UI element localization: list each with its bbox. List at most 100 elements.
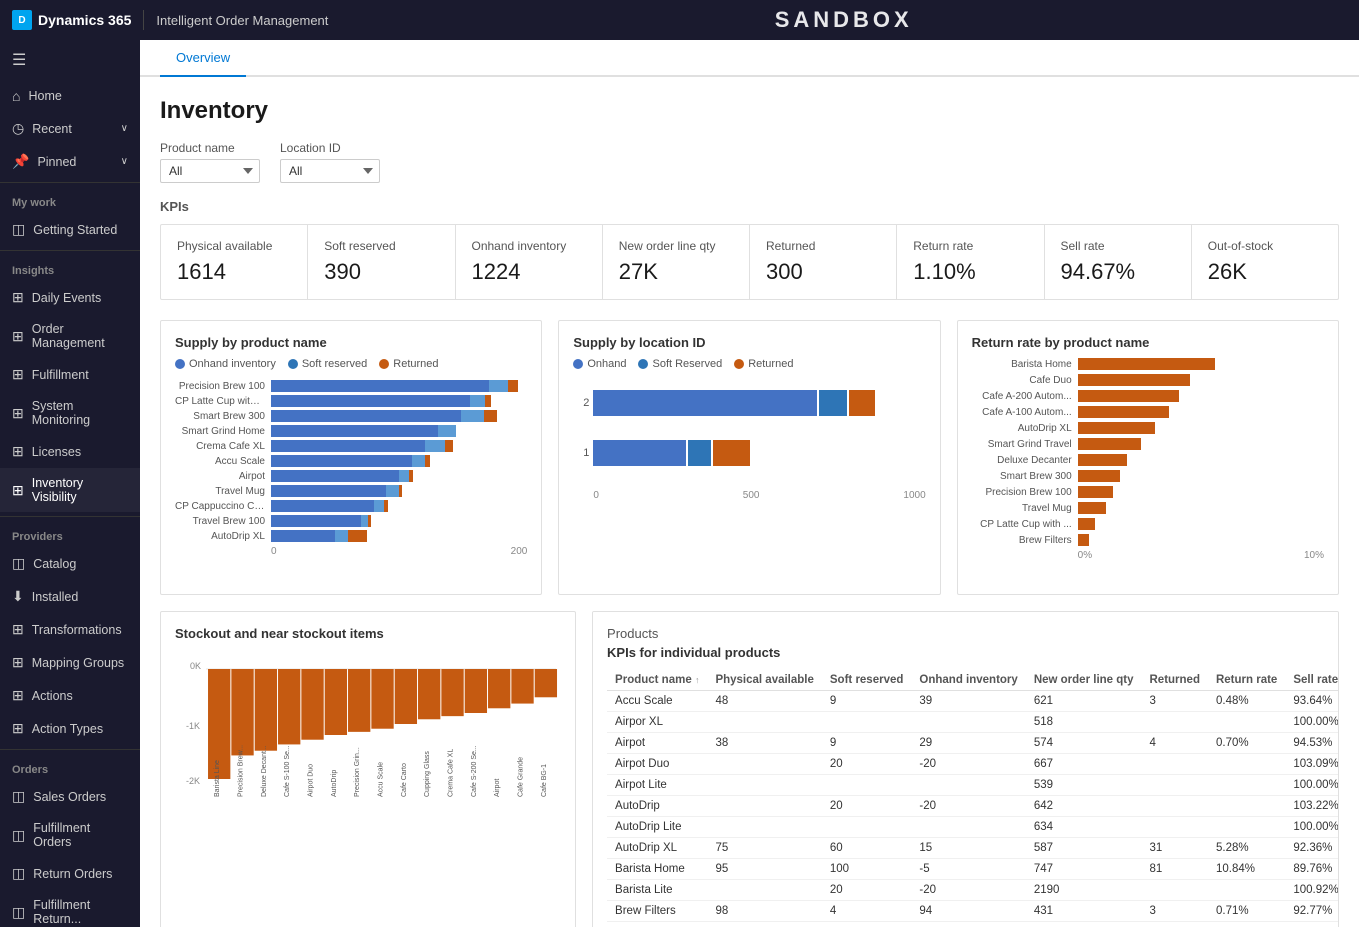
- kpi-card: Returned300: [750, 225, 897, 299]
- sidebar-item-system-monitoring[interactable]: ⊞ System Monitoring: [0, 391, 140, 435]
- col-header[interactable]: New order line qty: [1026, 670, 1142, 691]
- new-order-cell: 621: [1026, 691, 1142, 712]
- col-header[interactable]: Sell rate: [1285, 670, 1339, 691]
- returned-cell: [1142, 754, 1208, 775]
- returned-cell: [1142, 880, 1208, 901]
- hamburger-menu[interactable]: ☰: [0, 40, 140, 80]
- col-header[interactable]: Returned: [1142, 670, 1208, 691]
- sidebar-item-mapping-groups[interactable]: ⊞ Mapping Groups: [0, 646, 140, 679]
- sidebar-item-fulfillment-return[interactable]: ◫ Fulfillment Return...: [0, 890, 140, 927]
- physical-cell: [707, 796, 821, 817]
- onhand-cell: [911, 817, 1025, 838]
- return-rate-bar: [1078, 502, 1106, 514]
- col-header[interactable]: Physical available: [707, 670, 821, 691]
- sandbox-label: SANDBOX: [340, 7, 1347, 33]
- legend-item: Onhand inventory: [175, 358, 276, 370]
- soft-bar: [335, 530, 348, 542]
- returned-bar: [399, 485, 402, 497]
- product-name-cell[interactable]: Airpot Lite: [607, 775, 707, 796]
- col-header[interactable]: Onhand inventory: [911, 670, 1025, 691]
- legend-item: Returned: [379, 358, 438, 370]
- stockout-bar: [488, 669, 510, 708]
- supply-by-product-card: Supply by product name Onhand inventoryS…: [160, 320, 542, 595]
- mapping-groups-icon: ⊞: [12, 654, 24, 671]
- sidebar-item-return-orders[interactable]: ◫ Return Orders: [0, 857, 140, 890]
- sidebar-item-licenses[interactable]: ⊞ Licenses: [0, 435, 140, 468]
- legend-item: Soft reserved: [288, 358, 367, 370]
- sidebar-item-fulfillment[interactable]: ⊞ Fulfillment: [0, 358, 140, 391]
- stockout-svg: 0K-1K-2KBarista LinePrecision Brew...Del…: [175, 649, 561, 809]
- rbar-row: Smart Brew 300: [972, 470, 1324, 482]
- returned-cell: 31: [1142, 838, 1208, 859]
- svg-text:Deluxe Decant...: Deluxe Decant...: [261, 745, 268, 797]
- new-order-cell: 539: [1026, 775, 1142, 796]
- col-header[interactable]: Product name ↑: [607, 670, 707, 691]
- col-header[interactable]: Soft reserved: [822, 670, 912, 691]
- returned-bar: [368, 515, 371, 527]
- product-name-select[interactable]: All: [160, 159, 260, 183]
- stockout-bar: [231, 669, 253, 755]
- return-rate-bar: [1078, 390, 1179, 402]
- product-name-cell[interactable]: Brew Filters: [607, 901, 707, 922]
- onhand-cell: -20: [911, 754, 1025, 775]
- returned-bar: [445, 440, 453, 452]
- product-name-cell[interactable]: Barista Home: [607, 859, 707, 880]
- product-name-cell[interactable]: Barista Lite: [607, 880, 707, 901]
- col-header[interactable]: Return rate: [1208, 670, 1285, 691]
- app-name: Intelligent Order Management: [156, 13, 328, 28]
- products-section-label: Products: [607, 626, 1324, 641]
- svg-text:Precision Grin...: Precision Grin...: [354, 747, 361, 797]
- return-rate-cell: [1208, 880, 1285, 901]
- fulfillment-orders-label: Fulfillment Orders: [33, 821, 128, 849]
- fulfillment-return-icon: ◫: [12, 904, 25, 921]
- product-name-cell[interactable]: AutoDrip XL: [607, 838, 707, 859]
- returned-cell: [1142, 817, 1208, 838]
- dynamics-label: Dynamics 365: [38, 12, 131, 28]
- sell-rate-cell: 92.77%: [1285, 901, 1339, 922]
- sidebar-item-getting-started[interactable]: ◫ Getting Started: [0, 213, 140, 246]
- sidebar-item-fulfillment-orders[interactable]: ◫ Fulfillment Orders: [0, 813, 140, 857]
- onhand-loc-bar: [593, 440, 686, 466]
- stockout-card: Stockout and near stockout items 0K-1K-2…: [160, 611, 576, 927]
- sidebar-item-recent[interactable]: ◷ Recent ∨: [0, 112, 140, 145]
- new-order-cell: 667: [1026, 754, 1142, 775]
- rbar-row: Precision Brew 100: [972, 486, 1324, 498]
- product-name-cell[interactable]: Accu Scale: [607, 691, 707, 712]
- sidebar-item-actions[interactable]: ⊞ Actions: [0, 679, 140, 712]
- sidebar-item-transformations[interactable]: ⊞ Transformations: [0, 613, 140, 646]
- product-name-cell[interactable]: Airpot: [607, 733, 707, 754]
- sidebar-item-daily-events[interactable]: ⊞ Daily Events: [0, 281, 140, 314]
- fulfillment-return-label: Fulfillment Return...: [33, 898, 128, 926]
- soft-bar: [489, 380, 508, 392]
- svg-text:Cupping Glass: Cupping Glass: [424, 751, 431, 797]
- tab-overview[interactable]: Overview: [160, 40, 246, 77]
- sidebar-item-action-types[interactable]: ⊞ Action Types: [0, 712, 140, 745]
- location-id-select[interactable]: All: [280, 159, 380, 183]
- pin-icon: 📌: [12, 153, 29, 170]
- return-rate-bar: [1078, 406, 1169, 418]
- content-area: Inventory Product name All Location ID A…: [140, 77, 1359, 927]
- product-name-cell[interactable]: AutoDrip Lite: [607, 817, 707, 838]
- sidebar-item-sales-orders[interactable]: ◫ Sales Orders: [0, 780, 140, 813]
- returned-cell: 3: [1142, 691, 1208, 712]
- inventory-visibility-label: Inventory Visibility: [32, 476, 128, 504]
- sidebar-item-catalog[interactable]: ◫ Catalog: [0, 547, 140, 580]
- table-row: Barista Home 95 100 -5 747 81 10.84% 89.…: [607, 859, 1339, 880]
- rbar-row: Cafe Duo: [972, 374, 1324, 386]
- sidebar-item-home[interactable]: ⌂ Home: [0, 80, 140, 112]
- sell-rate-cell: 89.76%: [1285, 859, 1339, 880]
- return-rate-cell: [1208, 796, 1285, 817]
- product-name-cell[interactable]: Airpor XL: [607, 712, 707, 733]
- logo-icon: D: [12, 10, 32, 30]
- sidebar-item-inventory-visibility[interactable]: ⊞ Inventory Visibility: [0, 468, 140, 512]
- products-table: Product name ↑Physical available Soft re…: [607, 670, 1339, 922]
- return-rate-title: Return rate by product name: [972, 335, 1324, 350]
- stockout-bar: [535, 669, 557, 697]
- sidebar-item-pinned[interactable]: 📌 Pinned ∨: [0, 145, 140, 178]
- product-name-cell[interactable]: AutoDrip: [607, 796, 707, 817]
- sidebar-item-order-management[interactable]: ⊞ Order Management: [0, 314, 140, 358]
- sidebar-item-installed[interactable]: ⬇ Installed: [0, 580, 140, 613]
- product-name-cell[interactable]: Airpot Duo: [607, 754, 707, 775]
- legend-dot: [734, 359, 744, 369]
- rbar-row: AutoDrip XL: [972, 422, 1324, 434]
